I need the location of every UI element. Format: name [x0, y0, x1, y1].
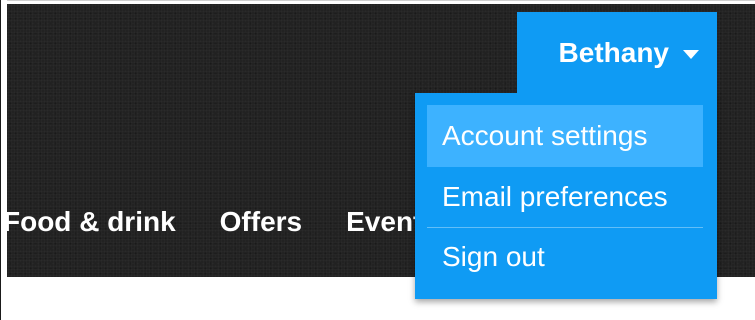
menu-item-email-preferences[interactable]: Email preferences — [427, 167, 703, 227]
page: Food & drink Offers Events Bethany Accou… — [0, 0, 755, 320]
left-border — [0, 0, 7, 320]
main-nav: Food & drink Offers Events — [3, 200, 482, 244]
user-menu-button[interactable]: Bethany — [517, 12, 717, 94]
user-dropdown-menu: Account settings Email preferences Sign … — [415, 93, 717, 299]
nav-item-offers[interactable]: Offers — [220, 206, 302, 238]
nav-item-food-drink[interactable]: Food & drink — [3, 206, 176, 238]
username-label: Bethany — [558, 37, 669, 68]
menu-item-sign-out[interactable]: Sign out — [427, 228, 703, 286]
menu-item-account-settings[interactable]: Account settings — [427, 105, 703, 167]
caret-down-icon — [683, 49, 699, 59]
